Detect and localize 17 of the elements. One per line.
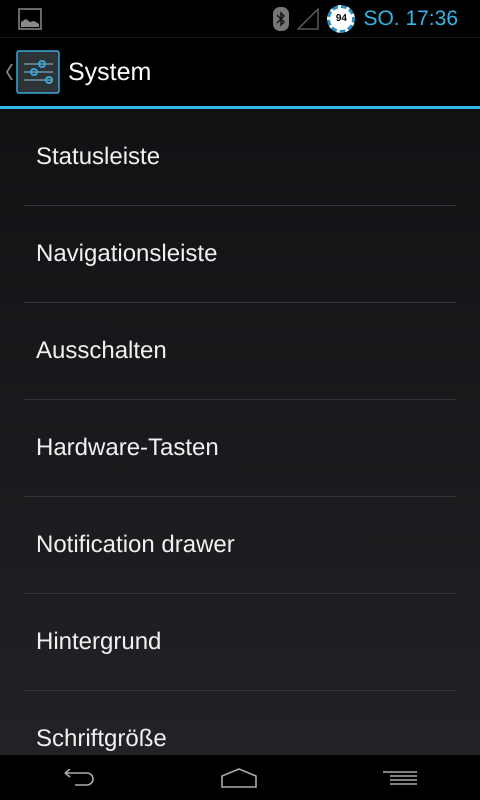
screen-title: System (68, 58, 152, 86)
home-icon[interactable] (221, 768, 257, 788)
menu-icon[interactable] (383, 770, 417, 786)
back-icon[interactable] (63, 768, 95, 786)
picture-notification-icon (18, 8, 42, 30)
settings-item[interactable]: Hardware-Tasten (24, 400, 456, 497)
sliders-icon (16, 50, 60, 94)
settings-item[interactable]: Ausschalten (24, 303, 456, 400)
battery-indicator: 94 (327, 4, 356, 32)
chevron-left-icon (6, 63, 14, 81)
settings-item[interactable]: Notification drawer (24, 497, 456, 594)
settings-item[interactable]: Hintergrund (24, 594, 456, 691)
clock: SO. 17:36 (363, 6, 458, 30)
settings-item[interactable]: Statusleiste (24, 109, 456, 206)
signal-icon (297, 8, 320, 30)
settings-item[interactable]: Navigationsleiste (24, 206, 456, 303)
bluetooth-icon (273, 6, 290, 30)
